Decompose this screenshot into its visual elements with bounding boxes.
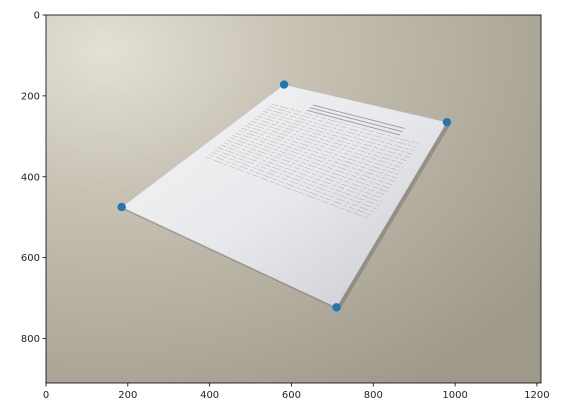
y-tick-label: 800 xyxy=(21,334,40,345)
x-tick-label: 0 xyxy=(43,390,49,401)
y-axis-ticks: 0 200 400 600 800 xyxy=(21,11,46,345)
x-tick-label: 1000 xyxy=(442,390,467,401)
x-tick-label: 200 xyxy=(118,390,137,401)
scatter-point xyxy=(279,80,289,89)
y-tick-label: 200 xyxy=(21,91,40,102)
scatter-point xyxy=(332,303,341,312)
x-axis-ticks: 0 200 400 600 800 1000 1200 xyxy=(43,383,550,401)
x-tick-label: 600 xyxy=(282,390,301,401)
x-tick-label: 400 xyxy=(200,390,219,401)
x-tick-label: 1200 xyxy=(524,390,549,401)
scatter-point xyxy=(442,117,452,127)
y-tick-label: 0 xyxy=(34,11,40,22)
scatter-point xyxy=(117,202,126,212)
y-tick-label: 400 xyxy=(21,172,40,183)
document-photo xyxy=(46,15,541,383)
x-tick-label: 800 xyxy=(364,390,383,401)
y-tick-label: 600 xyxy=(21,253,40,264)
chart-figure: 0 200 400 600 800 1000 1200 0 200 400 600 800 xyxy=(21,11,550,402)
